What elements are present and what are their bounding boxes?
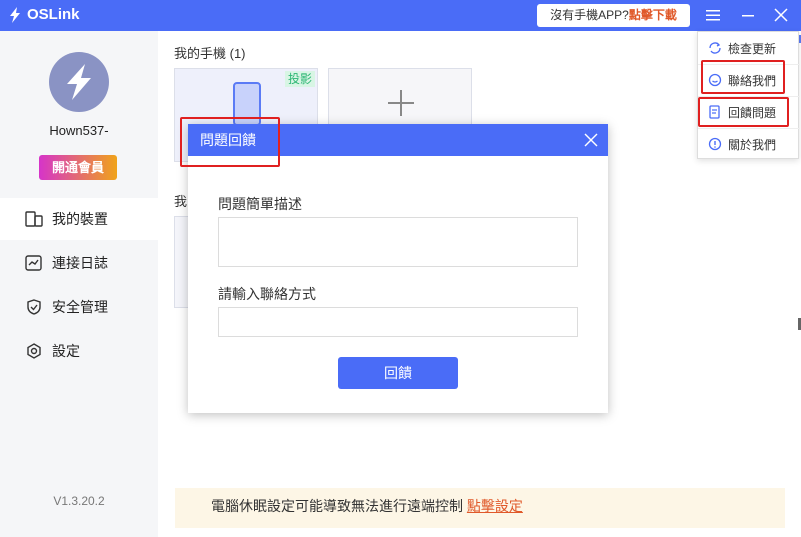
download-app-button[interactable]: 沒有手機APP?點擊下載 xyxy=(537,4,690,27)
notice-settings-link[interactable]: 點擊設定 xyxy=(467,498,523,514)
sidebar-item-security[interactable]: 安全管理 xyxy=(0,286,158,328)
cast-tag[interactable]: 投影 xyxy=(284,71,315,87)
sidebar-item-label: 安全管理 xyxy=(52,299,108,315)
menu-icon[interactable] xyxy=(705,7,721,23)
avatar-logo-icon xyxy=(67,64,91,100)
my-phones-title: 我的手機 (1) xyxy=(174,46,246,61)
description-label: 問題簡單描述 xyxy=(218,196,302,212)
dialog-close-icon[interactable] xyxy=(584,133,598,147)
sidebar-item-label: 設定 xyxy=(52,343,80,359)
sidebar-item-label: 連接日誌 xyxy=(52,255,108,271)
version-label: V1.3.20.2 xyxy=(53,494,105,508)
device-icon xyxy=(25,211,43,227)
download-link[interactable]: 點擊下載 xyxy=(629,8,677,22)
app-title: OSLink xyxy=(27,6,80,23)
sidebar-item-my-devices[interactable]: 我的裝置 xyxy=(0,198,158,240)
sidebar-item-connection-log[interactable]: 連接日誌 xyxy=(0,242,158,284)
sleep-notice-banner: 電腦休眠設定可能導致無法進行遠端控制 點擊設定 xyxy=(175,488,785,528)
main-menu-dropdown: 檢查更新 聯絡我們 回饋問題 關於我們 xyxy=(697,31,800,160)
info-icon xyxy=(708,137,722,151)
menu-item-about-us[interactable]: 關於我們 xyxy=(698,128,800,160)
title-bar: OSLink 沒有手機APP?點擊下載 xyxy=(0,0,801,31)
log-icon xyxy=(25,255,42,271)
highlight-feedback xyxy=(698,97,789,127)
refresh-icon xyxy=(709,42,721,54)
contact-label: 請輸入聯絡方式 xyxy=(218,286,316,302)
close-icon[interactable] xyxy=(773,7,789,23)
vip-button[interactable]: 開通會員 xyxy=(39,155,117,180)
download-prompt: 沒有手機APP? xyxy=(550,8,629,22)
plus-icon xyxy=(388,90,414,116)
contact-field[interactable] xyxy=(218,307,578,337)
notice-text: 電腦休眠設定可能導致無法進行遠端控制 xyxy=(211,498,463,514)
gear-icon xyxy=(27,343,41,359)
sidebar: Hown537- 開通會員 我的裝置 連接日誌 安全管理 設定 V1.3.20.… xyxy=(0,31,158,537)
sidebar-item-label: 我的裝置 xyxy=(52,211,108,227)
avatar[interactable] xyxy=(49,52,109,112)
menu-item-label: 檢查更新 xyxy=(728,41,777,56)
feedback-dialog: 問題回饋 問題簡單描述 請輸入聯絡方式 回饋 xyxy=(188,124,608,413)
highlight-contact-us xyxy=(701,60,785,94)
second-section-title: 我 xyxy=(174,194,188,209)
menu-item-label: 關於我們 xyxy=(728,137,777,152)
description-field[interactable] xyxy=(218,217,578,267)
app-logo-icon xyxy=(10,7,20,23)
sidebar-item-settings[interactable]: 設定 xyxy=(0,330,158,372)
username: Hown537- xyxy=(49,123,109,138)
minimize-icon[interactable] xyxy=(740,7,756,23)
shield-icon xyxy=(27,299,41,315)
submit-feedback-button[interactable]: 回饋 xyxy=(338,357,458,389)
highlight-dialog-title xyxy=(180,117,280,167)
